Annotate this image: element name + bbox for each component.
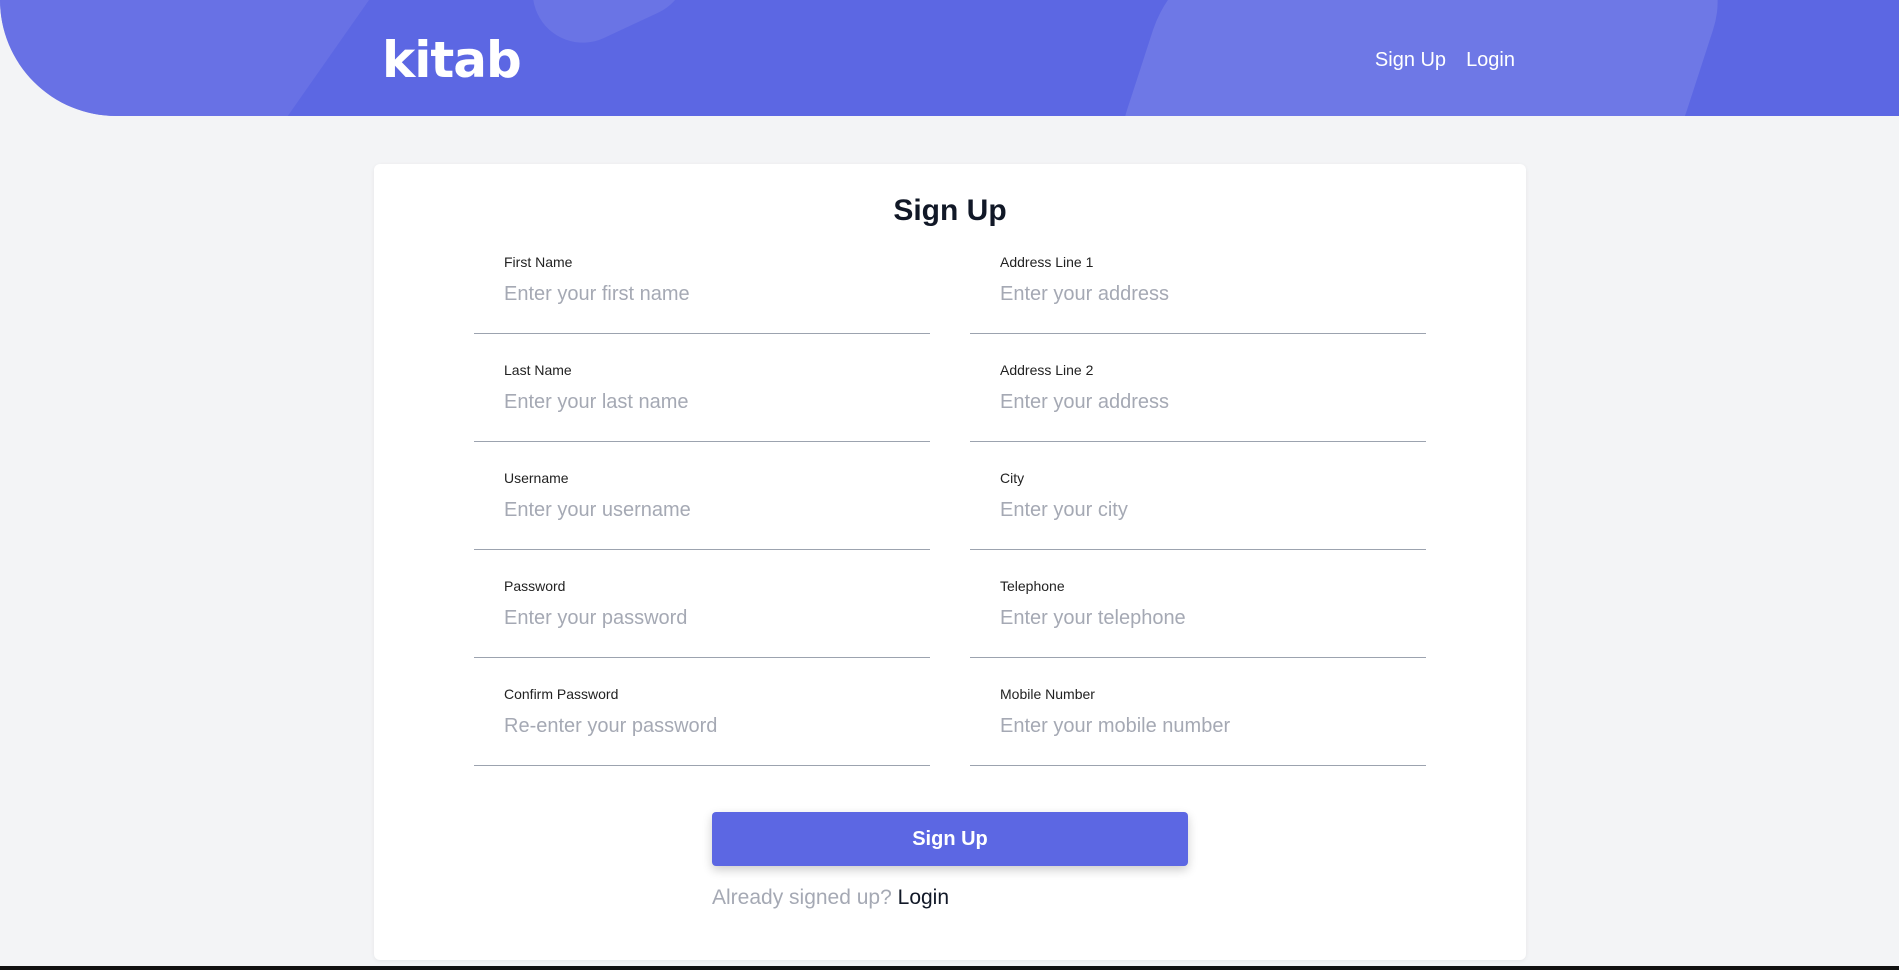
city-field: City <box>970 470 1426 550</box>
site-logo[interactable]: kitab <box>382 30 522 90</box>
username-field: Username <box>474 470 930 550</box>
mobile-number-field: Mobile Number <box>970 686 1426 766</box>
nav-signup-link[interactable]: Sign Up <box>1375 49 1446 72</box>
address-line-1-input[interactable] <box>1000 276 1410 312</box>
login-link[interactable]: Login <box>898 886 949 909</box>
header-decoration <box>516 0 704 60</box>
address-line-2-label: Address Line 2 <box>1000 362 1094 378</box>
first-name-input[interactable] <box>504 276 914 312</box>
mobile-number-input[interactable] <box>1000 708 1410 744</box>
mobile-number-label: Mobile Number <box>1000 686 1095 702</box>
first-name-label: First Name <box>504 254 573 270</box>
city-label: City <box>1000 470 1025 486</box>
signup-submit-button[interactable]: Sign Up <box>712 812 1188 866</box>
address-line-1-label: Address Line 1 <box>1000 254 1094 270</box>
first-name-field: First Name <box>474 254 930 334</box>
username-input[interactable] <box>504 492 914 528</box>
telephone-input[interactable] <box>1000 600 1410 636</box>
address-line-2-input[interactable] <box>1000 384 1410 420</box>
top-nav: Sign Up Login <box>1375 49 1515 72</box>
last-name-input[interactable] <box>504 384 914 420</box>
form-title: Sign Up <box>893 194 1007 227</box>
nav-login-link[interactable]: Login <box>1466 49 1515 72</box>
signup-card: Sign Up First Name Last Name Username Pa… <box>374 164 1526 960</box>
address-line-2-field: Address Line 2 <box>970 362 1426 442</box>
password-label: Password <box>504 578 566 594</box>
confirm-password-field: Confirm Password <box>474 686 930 766</box>
city-input[interactable] <box>1000 492 1410 528</box>
confirm-password-label: Confirm Password <box>504 686 619 702</box>
telephone-label: Telephone <box>1000 578 1065 594</box>
login-prompt: Already signed up? Login <box>712 886 949 910</box>
confirm-password-input[interactable] <box>504 708 914 744</box>
password-input[interactable] <box>504 600 914 636</box>
site-header: kitab Sign Up Login <box>0 0 1899 116</box>
password-field: Password <box>474 578 930 658</box>
telephone-field: Telephone <box>970 578 1426 658</box>
last-name-label: Last Name <box>504 362 572 378</box>
header-decoration <box>0 0 398 116</box>
username-label: Username <box>504 470 569 486</box>
already-signed-up-text: Already signed up? <box>712 886 892 909</box>
address-line-1-field: Address Line 1 <box>970 254 1426 334</box>
page-bottom-border <box>0 966 1899 970</box>
last-name-field: Last Name <box>474 362 930 442</box>
